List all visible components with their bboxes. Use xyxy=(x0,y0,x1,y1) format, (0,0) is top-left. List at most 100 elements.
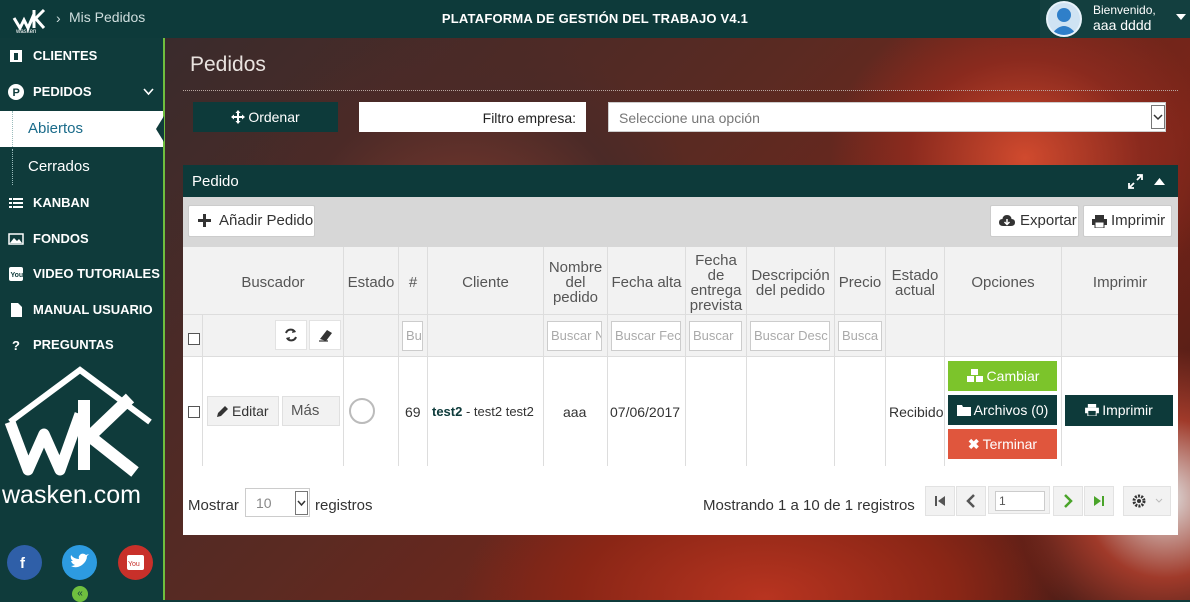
column-header-estado[interactable]: Estado xyxy=(344,275,398,290)
exportar-button[interactable]: Exportar xyxy=(990,205,1079,237)
top-bar: wasken › Mis Pedidos PLATAFORMA DE GESTI… xyxy=(0,0,1190,38)
expand-icon[interactable] xyxy=(1128,174,1143,189)
clear-filters-button[interactable] xyxy=(309,320,341,350)
facebook-button[interactable]: f xyxy=(7,545,42,580)
welcome-text: Bienvenido, xyxy=(1093,3,1156,17)
column-header-fecha-alta[interactable]: Fecha alta xyxy=(608,275,685,290)
column-header-num[interactable]: # xyxy=(399,275,427,290)
column-header-descripcion[interactable]: Descripción del pedido xyxy=(747,268,834,298)
prev-page-button[interactable] xyxy=(956,486,986,516)
id-card-icon xyxy=(10,50,22,62)
column-divider xyxy=(202,314,203,466)
row-estado-actual: Recibido xyxy=(889,404,944,420)
twitter-icon xyxy=(70,553,89,568)
row-cliente: test2 - test2 test2 xyxy=(432,404,534,419)
sidebar-item-label: FONDOS xyxy=(33,231,89,246)
chevron-down-icon[interactable] xyxy=(1151,105,1165,129)
imprimir-toolbar-button[interactable]: Imprimir xyxy=(1083,205,1172,237)
column-header-imprimir: Imprimir xyxy=(1092,274,1148,291)
refresh-icon xyxy=(285,328,297,342)
youtube-button[interactable]: You xyxy=(118,545,153,580)
header-line: Descripción xyxy=(751,267,830,284)
cambiar-label: Cambiar xyxy=(986,368,1040,384)
chevron-up-icon[interactable] xyxy=(1154,178,1165,185)
filter-input-precio[interactable]: Busca xyxy=(838,321,882,351)
filter-input-num[interactable]: Bu xyxy=(402,321,423,351)
sidebar-item-preguntas[interactable]: ? PREGUNTAS xyxy=(0,327,163,363)
app-title: PLATAFORMA DE GESTIÓN DEL TRABAJO V4.1 xyxy=(441,11,749,26)
chevron-down-icon[interactable] xyxy=(295,491,308,515)
mostrar-label: Mostrar xyxy=(188,497,239,514)
column-header-cliente[interactable]: Cliente xyxy=(428,275,543,290)
exportar-label: Exportar xyxy=(1020,212,1077,229)
twitter-button[interactable] xyxy=(62,545,97,580)
mas-dropdown-button[interactable]: Más xyxy=(282,396,340,426)
refresh-button[interactable] xyxy=(275,320,307,350)
svg-text:wasken: wasken xyxy=(15,29,36,34)
settings-dropdown-button[interactable] xyxy=(1123,486,1171,516)
column-header-estado-actual[interactable]: Estado actual xyxy=(886,268,944,298)
filter-input-fecha-entrega[interactable]: Buscar xyxy=(689,321,742,351)
print-icon xyxy=(1085,404,1100,417)
next-page-button[interactable] xyxy=(1053,486,1083,516)
sidebar-item-kanban[interactable]: KANBAN xyxy=(0,185,163,221)
sidebar: CLIENTES P PEDIDOS Abiertos Cerrados KAN… xyxy=(0,38,165,602)
ordenar-button[interactable]: Ordenar xyxy=(193,102,338,132)
header-line: pedido xyxy=(552,289,599,306)
add-pedido-button[interactable]: Añadir Pedido xyxy=(188,205,315,237)
sidebar-item-cerrados[interactable]: Cerrados xyxy=(0,149,163,185)
wasken-logo-icon[interactable]: wasken xyxy=(10,4,50,34)
column-header-nombre[interactable]: Nombre del pedido xyxy=(544,260,607,305)
chevron-down-icon xyxy=(143,88,154,96)
cambiar-button[interactable]: Cambiar xyxy=(948,361,1057,391)
header-line: de xyxy=(707,267,725,284)
terminar-button[interactable]: ✖ Terminar xyxy=(948,429,1057,459)
sidebar-item-fondos[interactable]: FONDOS xyxy=(0,221,163,257)
terminar-label: Terminar xyxy=(982,436,1038,452)
username: aaa dddd xyxy=(1093,17,1152,33)
header-line: actual xyxy=(894,282,936,299)
editar-label: Editar xyxy=(232,403,269,419)
column-header-precio[interactable]: Precio xyxy=(835,275,885,290)
chevron-right-icon: › xyxy=(56,10,61,26)
last-page-button[interactable] xyxy=(1084,486,1114,516)
sidebar-item-label: VIDEO TUTORIALES xyxy=(33,266,160,281)
header-line: Fecha xyxy=(695,252,737,269)
pencil-icon xyxy=(217,406,228,417)
svg-text:f: f xyxy=(20,555,26,572)
select-all-checkbox[interactable] xyxy=(188,333,200,345)
imprimir-row-button[interactable]: Imprimir xyxy=(1065,395,1173,426)
filter-input-nombre[interactable]: Buscar N xyxy=(547,321,602,351)
column-header-buscador[interactable]: Buscador xyxy=(203,275,343,290)
filtro-empresa-select[interactable]: Seleccione una opción xyxy=(608,102,1166,132)
sidebar-item-label: Cerrados xyxy=(28,158,90,175)
filtro-empresa-label-box: Filtro empresa: xyxy=(359,102,586,132)
ordenar-label: Ordenar xyxy=(248,109,300,125)
sidebar-item-pedidos[interactable]: P PEDIDOS xyxy=(0,74,163,110)
page-number-input[interactable]: 1 xyxy=(995,491,1045,511)
chevron-left-icon xyxy=(966,494,975,508)
first-page-button[interactable] xyxy=(925,486,955,516)
row-checkbox[interactable] xyxy=(188,406,200,418)
sidebar-item-manual-usuario[interactable]: MANUAL USUARIO xyxy=(0,292,163,328)
imprimir-toolbar-label: Imprimir xyxy=(1111,212,1166,229)
user-menu[interactable]: Bienvenido, aaa dddd xyxy=(1040,0,1190,38)
estado-toggle[interactable] xyxy=(349,398,375,424)
avatar[interactable] xyxy=(1046,1,1082,37)
cloud-download-icon xyxy=(999,215,1015,226)
filter-input-fecha-alta[interactable]: Buscar Fec xyxy=(611,321,681,351)
row-fecha-alta: 07/06/2017 xyxy=(610,404,681,420)
sidebar-item-abiertos[interactable]: Abiertos xyxy=(0,111,164,147)
editar-button[interactable]: Editar xyxy=(207,396,279,426)
archivos-button[interactable]: Archivos (0) xyxy=(948,395,1057,425)
page-size-select[interactable]: 10 xyxy=(245,488,310,517)
column-header-fecha-entrega[interactable]: Fecha de entrega prevista xyxy=(686,253,746,313)
page-title: Pedidos xyxy=(190,53,266,76)
filter-input-descripcion[interactable]: Buscar Desc xyxy=(750,321,830,351)
caret-down-icon[interactable] xyxy=(1176,14,1186,20)
sidebar-item-clientes[interactable]: CLIENTES xyxy=(0,38,163,74)
breadcrumb[interactable]: Mis Pedidos xyxy=(69,9,145,25)
sidebar-item-video-tutoriales[interactable]: You VIDEO TUTORIALES xyxy=(0,256,163,292)
cliente-name-link[interactable]: test2 xyxy=(432,404,462,419)
row-num: 69 xyxy=(405,404,421,420)
